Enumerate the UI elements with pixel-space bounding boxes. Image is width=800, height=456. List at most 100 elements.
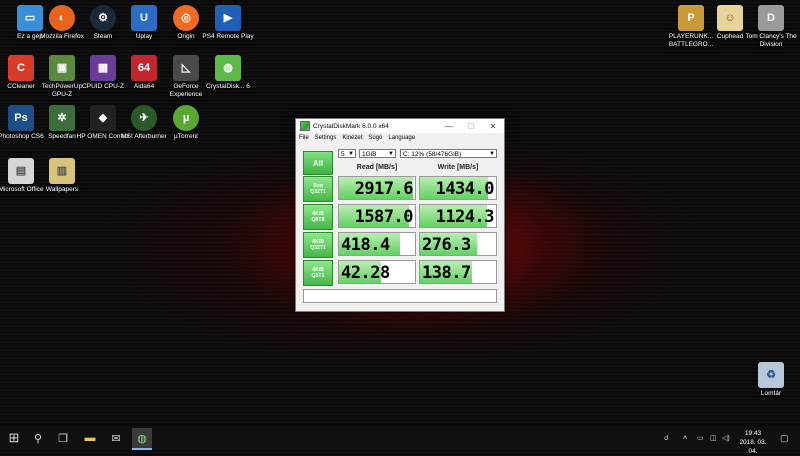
gpu-z-icon-image: ▣ bbox=[49, 55, 75, 81]
title-bar[interactable]: CrystalDiskMark 6.0.0 x64 — ☐ ✕ bbox=[296, 119, 504, 133]
menu-bar: File Settings Kinézet Súgó Language bbox=[296, 133, 504, 143]
test-count-value: 5 bbox=[341, 151, 345, 158]
test-count-select[interactable]: 5 ▼ bbox=[338, 149, 356, 158]
read-result: 2917.6 bbox=[354, 179, 414, 199]
write-result: 1434.0 bbox=[435, 179, 495, 199]
menu-settings[interactable]: Settings bbox=[315, 135, 337, 141]
taskbar: ⊞ ⚲ ❐ ▬ ✉ ◍ ☌ ˄ ▭ ◫ ◁) 19:43 2018. 03. 0… bbox=[0, 426, 800, 455]
uplay-icon-image: U bbox=[131, 5, 157, 31]
tray-people-icon[interactable]: ☌ bbox=[664, 426, 669, 450]
recycle-bin-label: Lomtár bbox=[760, 390, 782, 397]
all-button[interactable]: All bbox=[303, 151, 333, 175]
4kib-q32t1-button[interactable]: 4KiB Q32T1 bbox=[303, 232, 333, 258]
wallpapers-label: Wallpapers bbox=[45, 186, 79, 193]
division-icon-image: D bbox=[758, 5, 784, 31]
photoshop-icon-image: Ps bbox=[8, 105, 34, 131]
cpu-z-icon-image: ▦ bbox=[90, 55, 116, 81]
tray-chevron-up-icon[interactable]: ˄ bbox=[683, 426, 687, 450]
drive-value: C: 12% (58/476GiB) bbox=[403, 151, 462, 158]
notifications-icon[interactable]: ▢ bbox=[780, 426, 789, 450]
battery-icon[interactable]: ▭ bbox=[697, 426, 704, 450]
origin-icon-image: ◎ bbox=[173, 5, 199, 31]
seq-q32t1-read-cell: 2917.6 bbox=[338, 176, 416, 200]
4kib-q8t8-write-cell: 1124.3 bbox=[419, 204, 497, 228]
utorrent-icon[interactable]: µ µTorrent bbox=[159, 105, 213, 141]
app-icon bbox=[300, 121, 310, 131]
read-result: 418.4 bbox=[341, 235, 390, 255]
4kib-q1t1-write-cell: 138.7 bbox=[419, 260, 497, 284]
mail-icon[interactable]: ✉ bbox=[108, 430, 124, 446]
ps4-label: PS4 Remote Play bbox=[202, 33, 254, 40]
clock-time: 19:43 bbox=[744, 430, 762, 437]
test-size-select[interactable]: 1GiB ▼ bbox=[359, 149, 396, 158]
write-header: Write [MB/s] bbox=[437, 164, 479, 171]
steam-icon-image: ⚙ bbox=[90, 5, 116, 31]
window-title: CrystalDiskMark 6.0.0 x64 bbox=[313, 122, 389, 130]
recycle-bin-icon-image: ♻ bbox=[758, 362, 784, 388]
the-division-icon[interactable]: D Tom Clancy's The Division bbox=[744, 5, 798, 49]
clock[interactable]: 19:43 2018. 03. 04. bbox=[736, 429, 770, 456]
drive-select[interactable]: C: 12% (58/476GiB) ▼ bbox=[400, 149, 497, 158]
speedfan-icon-image: ✲ bbox=[49, 105, 75, 131]
chevron-down-icon: ▼ bbox=[348, 151, 354, 157]
write-result: 138.7 bbox=[422, 263, 471, 283]
ccleaner-icon-image: C bbox=[8, 55, 34, 81]
test-size-value: 1GiB bbox=[362, 151, 377, 158]
close-icon[interactable]: ✕ bbox=[482, 122, 504, 131]
firefox-icon-image: ◐ bbox=[49, 5, 75, 31]
volume-icon[interactable]: ◁) bbox=[722, 426, 730, 450]
crystaldisk-icon-image: ◍ bbox=[215, 55, 241, 81]
search-icon[interactable]: ⚲ bbox=[30, 430, 46, 446]
file-explorer-icon[interactable]: ▬ bbox=[82, 430, 98, 446]
4kib-q8t8-button[interactable]: 4KiB Q8T8 bbox=[303, 204, 333, 230]
recycle-bin-icon[interactable]: ♻ Lomtár bbox=[744, 362, 798, 398]
4kib-q32t1-write-cell: 276.3 bbox=[419, 232, 497, 256]
hp-omen-icon-image: ◆ bbox=[90, 105, 116, 131]
cuphead-icon-image: ☺ bbox=[717, 5, 743, 31]
test-name-line2: Q1T1 bbox=[311, 273, 325, 279]
read-result: 1587.0 bbox=[354, 207, 414, 227]
chevron-down-icon: ▼ bbox=[489, 151, 495, 157]
menu-file[interactable]: File bbox=[299, 135, 309, 141]
ps4-icon-image: ▶ bbox=[215, 5, 241, 31]
division-label: Tom Clancy's The Division bbox=[745, 33, 797, 48]
menu-kinezet[interactable]: Kinézet bbox=[342, 135, 362, 141]
wallpapers-icon-image: ▥ bbox=[49, 158, 75, 184]
test-name-line2: Q32T1 bbox=[310, 189, 326, 195]
write-result: 276.3 bbox=[422, 235, 471, 255]
comment-field[interactable] bbox=[303, 289, 497, 303]
crystaldiskmark-window: CrystalDiskMark 6.0.0 x64 — ☐ ✕ File Set… bbox=[295, 118, 505, 312]
clock-date: 2018. 03. 04. bbox=[739, 439, 767, 455]
crystaldiskmark-icon[interactable]: ◍ CrystalDisk... 6 bbox=[201, 55, 255, 91]
read-header: Read [MB/s] bbox=[356, 164, 398, 171]
4kib-q8t8-read-cell: 1587.0 bbox=[338, 204, 416, 228]
menu-language[interactable]: Language bbox=[388, 135, 415, 141]
start-button[interactable]: ⊞ bbox=[6, 430, 22, 446]
task-view-icon[interactable]: ❐ bbox=[55, 430, 71, 446]
minimize-icon[interactable]: — bbox=[438, 122, 460, 131]
test-name-line2: Q32T1 bbox=[310, 245, 326, 251]
write-result: 1124.3 bbox=[435, 207, 495, 227]
seq-q32t1-button[interactable]: Seq Q32T1 bbox=[303, 176, 333, 202]
chevron-down-icon: ▼ bbox=[388, 151, 394, 157]
pubg-icon-image: P bbox=[678, 5, 704, 31]
menu-sugo[interactable]: Súgó bbox=[368, 135, 382, 141]
maximize-icon[interactable]: ☐ bbox=[460, 122, 482, 131]
ps4-remote-play-icon[interactable]: ▶ PS4 Remote Play bbox=[201, 5, 255, 41]
aida64-icon-image: 64 bbox=[131, 55, 157, 81]
4kib-q1t1-read-cell: 42.28 bbox=[338, 260, 416, 284]
network-icon[interactable]: ◫ bbox=[710, 426, 717, 450]
crystaldisk-label: CrystalDisk... 6 bbox=[206, 83, 250, 90]
seq-q32t1-write-cell: 1434.0 bbox=[419, 176, 497, 200]
crystaldiskmark-taskbar-icon[interactable]: ◍ bbox=[132, 428, 152, 450]
wallpapers-folder-icon[interactable]: ▥ Wallpapers bbox=[35, 158, 89, 194]
4kib-q1t1-button[interactable]: 4KiB Q1T1 bbox=[303, 260, 333, 286]
utorrent-label: µTorrent bbox=[174, 133, 198, 140]
test-name-line2: Q8T8 bbox=[311, 217, 325, 223]
office-icon-image: ▤ bbox=[8, 158, 34, 184]
msi-icon-image: ✈ bbox=[131, 105, 157, 131]
geforce-icon-image: ◺ bbox=[173, 55, 199, 81]
utorrent-icon-image: µ bbox=[173, 105, 199, 131]
4kib-q32t1-read-cell: 418.4 bbox=[338, 232, 416, 256]
read-result: 42.28 bbox=[341, 263, 390, 283]
